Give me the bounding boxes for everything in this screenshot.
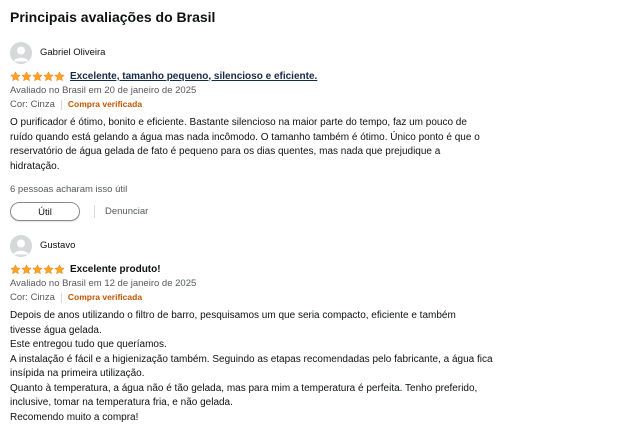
- star-icon: [32, 70, 43, 81]
- divider: [60, 99, 62, 110]
- section-title: Principais avaliações do Brasil: [10, 9, 216, 25]
- star-icon: [43, 70, 54, 81]
- review-date: Avaliado no Brasil em 12 de janeiro de 2…: [10, 278, 197, 289]
- review-title-row: Excelente, tamanho pequeno, silencioso e…: [10, 69, 630, 83]
- review-body-line: tivesse água gelada.: [10, 324, 102, 336]
- review-variant-row: Cor: Cinza Compra verificada: [10, 98, 630, 111]
- review-body-line: inclusive, tomar na temperatura fria, e …: [10, 397, 233, 408]
- star-rating[interactable]: [10, 263, 65, 275]
- reviewer-name[interactable]: Gustavo: [40, 240, 75, 252]
- star-icon: [54, 263, 65, 274]
- review-body-line: Recomendo muito a compra!: [10, 411, 139, 423]
- review-body: Depois de anos utilizando o filtro de ba…: [10, 309, 630, 425]
- review-body-line: Quanto à temperatura, a água não é tão g…: [10, 382, 478, 394]
- review-body-line: insípida na primeira utilização.: [10, 368, 145, 379]
- review-body-line: A instalação é fácil e a higienização ta…: [10, 353, 493, 365]
- reviewer-name[interactable]: Gabriel Oliveira: [40, 47, 105, 59]
- review-date: Avaliado no Brasil em 20 de janeiro de 2…: [10, 85, 197, 96]
- verified-purchase-badge: Compra verificada: [67, 292, 143, 302]
- variant-label[interactable]: Cor: Cinza: [10, 291, 55, 304]
- review-body: O purificador é ótimo, bonito e eficient…: [10, 116, 630, 174]
- avatar: [10, 42, 32, 64]
- variant-label[interactable]: Cor: Cinza: [10, 98, 55, 111]
- review-body-line: Depois de anos utilizando o filtro de ba…: [10, 310, 456, 321]
- star-icon: [54, 70, 65, 81]
- star-icon: [10, 70, 21, 81]
- review-body-line: ruído quando está gelando a água mas nad…: [10, 131, 480, 143]
- report-link[interactable]: Denunciar: [105, 206, 148, 217]
- review-title-link[interactable]: Excelente, tamanho pequeno, silencioso e…: [70, 70, 317, 83]
- avatar: [10, 235, 32, 257]
- star-rating[interactable]: [10, 70, 65, 82]
- review-body-line: O purificador é ótimo, bonito e eficient…: [10, 117, 467, 128]
- review-variant-row: Cor: Cinza Compra verificada: [10, 291, 630, 304]
- review-body-line: hidratação.: [10, 160, 60, 172]
- review: Gustavo Excelente produto! Avaliado no B…: [10, 235, 630, 425]
- review-body-line: Este entregou tudo que queríamos.: [10, 339, 167, 350]
- divider: [60, 292, 62, 303]
- reviewer-profile[interactable]: Gabriel Oliveira: [10, 42, 630, 64]
- review-actions: Útil Denunciar: [10, 202, 630, 221]
- helpful-button[interactable]: Útil: [10, 202, 80, 221]
- star-icon: [21, 263, 32, 274]
- star-icon: [21, 70, 32, 81]
- review-title: Excelente produto!: [70, 263, 161, 275]
- star-icon: [10, 263, 21, 274]
- default-user-icon: [10, 42, 32, 64]
- review-title-row: Excelente produto!: [10, 262, 630, 276]
- review: Gabriel Oliveira Excelente, tamanho pequ…: [10, 42, 630, 221]
- default-user-icon: [10, 235, 32, 257]
- star-icon: [43, 263, 54, 274]
- reviewer-profile[interactable]: Gustavo: [10, 235, 630, 257]
- helpful-count: 6 pessoas acharam isso útil: [10, 184, 128, 195]
- star-icon: [32, 263, 43, 274]
- divider: [94, 205, 95, 218]
- review-body-line: reservatório de água gelada de fato é pe…: [10, 146, 441, 157]
- verified-purchase-badge: Compra verificada: [67, 99, 143, 109]
